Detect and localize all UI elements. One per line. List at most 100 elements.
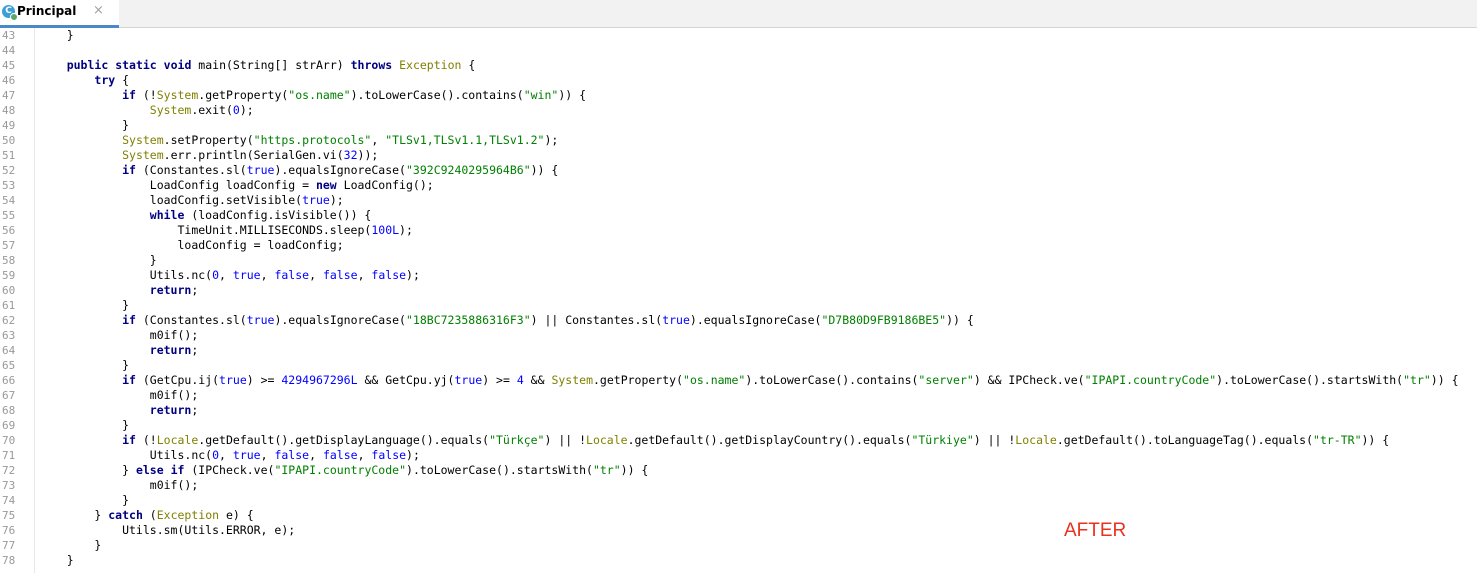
line-number: 73 <box>2 479 16 492</box>
code-text: return; <box>149 403 199 417</box>
code-text: Utils.nc(0, true, false, false, false); <box>39 448 420 462</box>
code-line[interactable]: 59 Utils.nc(0, true, false, false, false… <box>0 268 1477 283</box>
code-line[interactable]: 55 while (loadConfig.isVisible()) { <box>0 208 1477 223</box>
line-number: 45 <box>2 59 16 72</box>
line-number: 56 <box>2 224 16 237</box>
line-number: 58 <box>2 254 16 267</box>
code-text: try { <box>94 73 130 87</box>
line-number: 51 <box>2 149 16 162</box>
line-number: 62 <box>2 314 16 327</box>
code-line[interactable]: 49 } <box>0 118 1477 133</box>
code-line[interactable]: 44 <box>0 43 1477 58</box>
code-text: } <box>39 358 130 372</box>
code-line[interactable]: 63 m0if(); <box>0 328 1477 343</box>
code-text: } else if (IPCheck.ve("IPAPI.countryCode… <box>39 463 649 477</box>
code-line[interactable]: 74 } <box>0 493 1477 508</box>
line-number: 71 <box>2 449 16 462</box>
line-number: 49 <box>2 119 16 132</box>
code-text: m0if(); <box>39 478 199 492</box>
line-number: 75 <box>2 509 16 522</box>
line-number: 77 <box>2 539 16 552</box>
code-text: return; <box>149 343 199 357</box>
line-number: 54 <box>2 194 16 207</box>
line-number: 52 <box>2 164 16 177</box>
code-line[interactable]: 56 TimeUnit.MILLISECONDS.sleep(100L); <box>0 223 1477 238</box>
code-text: } <box>39 28 74 42</box>
code-text: Utils.nc(0, true, false, false, false); <box>39 268 420 282</box>
close-icon[interactable]: × <box>93 3 104 18</box>
code-line[interactable]: 64 return; <box>0 343 1477 358</box>
code-text: } <box>39 418 130 432</box>
tab-principal[interactable]: C Principal × <box>0 0 119 28</box>
line-number: 47 <box>2 89 16 102</box>
code-text: LoadConfig loadConfig = new LoadConfig()… <box>39 178 434 192</box>
line-number: 70 <box>2 434 16 447</box>
line-number: 68 <box>2 404 16 417</box>
line-number: 55 <box>2 209 16 222</box>
code-text: if (GetCpu.ij(true) >= 4294967296L && Ge… <box>122 373 1459 387</box>
line-number: 46 <box>2 74 16 87</box>
code-line[interactable]: 53 LoadConfig loadConfig = new LoadConfi… <box>0 178 1477 193</box>
code-line[interactable]: 65 } <box>0 358 1477 373</box>
code-text: System.setProperty("https.protocols", "T… <box>122 133 559 147</box>
line-number: 44 <box>2 44 16 57</box>
code-line[interactable]: 62 if (Constantes.sl(true).equalsIgnoreC… <box>0 313 1477 328</box>
line-number: 53 <box>2 179 16 192</box>
line-number: 69 <box>2 419 16 432</box>
code-text: loadConfig.setVisible(true); <box>39 193 344 207</box>
code-text: if (Constantes.sl(true).equalsIgnoreCase… <box>122 163 559 177</box>
code-line[interactable]: 75 } catch (Exception e) { <box>0 508 1477 523</box>
code-text: public static void main(String[] strArr)… <box>66 58 476 72</box>
code-line[interactable]: 51 System.err.println(SerialGen.vi(32)); <box>0 148 1477 163</box>
code-line[interactable]: 57 loadConfig = loadConfig; <box>0 238 1477 253</box>
code-text: } <box>39 538 102 552</box>
code-line[interactable]: 76 Utils.sm(Utils.ERROR, e); <box>0 523 1477 538</box>
line-number: 65 <box>2 359 16 372</box>
tab-label: Principal <box>17 4 77 18</box>
code-text: loadConfig = loadConfig; <box>39 238 344 252</box>
code-line[interactable]: 73 m0if(); <box>0 478 1477 493</box>
code-line[interactable]: 66 if (GetCpu.ij(true) >= 4294967296L &&… <box>0 373 1477 388</box>
code-text: System.err.println(SerialGen.vi(32)); <box>122 148 379 162</box>
line-number: 72 <box>2 464 16 477</box>
code-editor[interactable]: 43 } 44 45 public static void main(String[… <box>0 28 1477 573</box>
line-number: 61 <box>2 299 16 312</box>
code-text: } <box>39 118 130 132</box>
code-line[interactable]: 46 try { <box>0 73 1477 88</box>
code-text: } <box>39 553 74 567</box>
code-text: TimeUnit.MILLISECONDS.sleep(100L); <box>39 223 413 237</box>
code-line[interactable]: 54 loadConfig.setVisible(true); <box>0 193 1477 208</box>
code-line[interactable]: 72 } else if (IPCheck.ve("IPAPI.countryC… <box>0 463 1477 478</box>
code-line[interactable]: 58 } <box>0 253 1477 268</box>
code-line[interactable]: 45 public static void main(String[] strA… <box>0 58 1477 73</box>
code-line[interactable]: 60 return; <box>0 283 1477 298</box>
code-text: if (Constantes.sl(true).equalsIgnoreCase… <box>122 313 974 327</box>
code-line[interactable]: 52 if (Constantes.sl(true).equalsIgnoreC… <box>0 163 1477 178</box>
code-text: return; <box>149 283 199 297</box>
code-line[interactable]: 47 if (!System.getProperty("os.name").to… <box>0 88 1477 103</box>
code-text: m0if(); <box>39 328 199 342</box>
code-line[interactable]: 77 } <box>0 538 1477 553</box>
code-line[interactable]: 68 return; <box>0 403 1477 418</box>
code-line[interactable]: 70 if (!Locale.getDefault().getDisplayLa… <box>0 433 1477 448</box>
code-text: System.exit(0); <box>149 103 254 117</box>
code-line[interactable]: 71 Utils.nc(0, true, false, false, false… <box>0 448 1477 463</box>
line-number: 64 <box>2 344 16 357</box>
code-text: if (!System.getProperty("os.name").toLow… <box>122 88 587 102</box>
editor-tab-bar: C Principal × <box>0 0 1477 28</box>
line-number: 78 <box>2 554 16 567</box>
code-text: } <box>39 298 130 312</box>
code-line[interactable]: 61 } <box>0 298 1477 313</box>
code-text: Utils.sm(Utils.ERROR, e); <box>39 523 296 537</box>
code-text: m0if(); <box>39 388 199 402</box>
code-line[interactable]: 48 System.exit(0); <box>0 103 1477 118</box>
line-number: 66 <box>2 374 16 387</box>
code-text: } <box>39 253 157 267</box>
code-line[interactable]: 43 } <box>0 28 1477 43</box>
code-line[interactable]: 78 } <box>0 553 1477 568</box>
code-line[interactable]: 69 } <box>0 418 1477 433</box>
code-line[interactable]: 50 System.setProperty("https.protocols",… <box>0 133 1477 148</box>
annotation-label: AFTER <box>1064 520 1127 541</box>
code-text: if (!Locale.getDefault().getDisplayLangu… <box>122 433 1390 447</box>
code-line[interactable]: 67 m0if(); <box>0 388 1477 403</box>
